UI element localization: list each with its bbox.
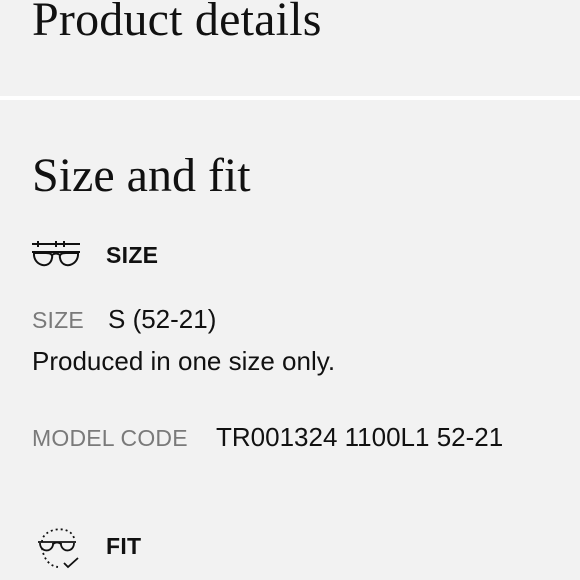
glasses-icon (32, 241, 80, 267)
size-heading: SIZE (106, 242, 159, 268)
size-label: SIZE (32, 307, 84, 333)
section-title: Size and fit (32, 149, 251, 202)
fit-heading: FIT (106, 533, 142, 559)
section-divider (0, 96, 580, 100)
model-code-label: MODEL CODE (32, 425, 188, 451)
page-title: Product details (32, 0, 322, 46)
size-note: Produced in one size only. (32, 346, 336, 376)
face-fit-icon (38, 528, 79, 569)
size-value: S (52-21) (108, 304, 217, 334)
model-code-value: TR001324 1100L1 52-21 (216, 422, 504, 452)
product-details-page: Product details Size and fit SIZE SIZE S… (0, 0, 580, 580)
